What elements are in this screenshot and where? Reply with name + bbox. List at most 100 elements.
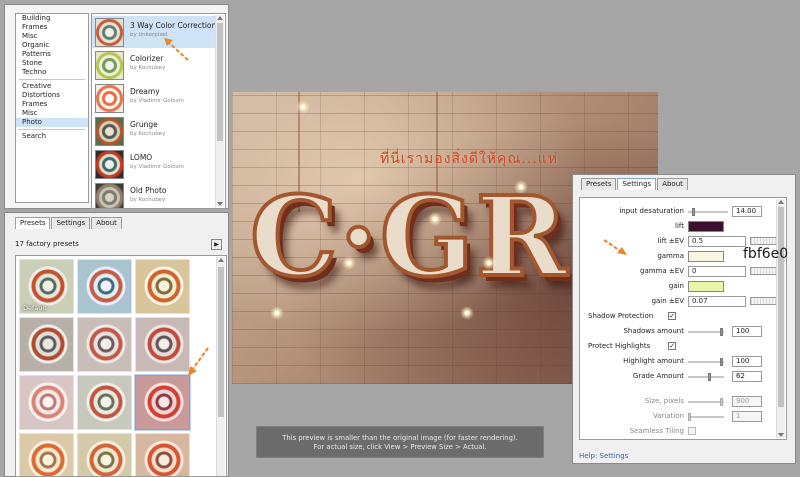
filter-item[interactable]: Old Photo by Kochubey bbox=[92, 181, 216, 208]
filter-browser-panel: Building Frames Misc Organic Patterns St… bbox=[4, 4, 229, 209]
highlight-amount-label: Highlight amount bbox=[623, 357, 684, 365]
preset-thumbnail[interactable] bbox=[77, 317, 132, 372]
size-value[interactable]: 900 bbox=[732, 396, 762, 407]
preset-thumbnail[interactable] bbox=[19, 317, 74, 372]
lift-ev-jog[interactable] bbox=[750, 237, 778, 245]
scrollbar-thumb[interactable] bbox=[778, 207, 784, 407]
lift-color-swatch[interactable] bbox=[688, 221, 724, 232]
preset-thumbnail[interactable] bbox=[135, 259, 190, 314]
preset-thumbnail[interactable] bbox=[77, 433, 132, 476]
gain-label: gain bbox=[668, 282, 684, 290]
input-desaturation-value[interactable]: 14.00 bbox=[732, 206, 762, 217]
scrollbar-thumb[interactable] bbox=[217, 23, 223, 141]
scroll-down-icon[interactable] bbox=[217, 202, 223, 206]
grade-amount-label: Grade Amount bbox=[632, 372, 684, 380]
preset-thumbnail[interactable] bbox=[77, 259, 132, 314]
seamless-tiling-checkbox[interactable] bbox=[688, 427, 696, 435]
preset-image bbox=[144, 440, 184, 476]
filter-list-scrollbar[interactable] bbox=[215, 15, 224, 207]
settings-scrollbar[interactable] bbox=[776, 199, 785, 438]
preset-thumbnail[interactable] bbox=[19, 433, 74, 476]
preset-menu-button[interactable]: ▶ bbox=[211, 239, 222, 250]
preset-grid-scrollbar[interactable] bbox=[216, 257, 225, 476]
category-list: Building Frames Misc Organic Patterns St… bbox=[15, 13, 89, 203]
filter-item[interactable]: LOMO by Vladimir Golovin bbox=[92, 148, 216, 180]
category-item-selected[interactable]: Photo bbox=[16, 118, 88, 127]
size-slider[interactable] bbox=[688, 398, 724, 406]
slider-knob[interactable] bbox=[720, 398, 723, 406]
filter-thumbnail bbox=[95, 183, 124, 208]
category-item[interactable]: Patterns bbox=[16, 50, 88, 59]
protect-highlights-checkbox[interactable]: ✓ bbox=[668, 342, 676, 350]
slider-knob[interactable] bbox=[708, 373, 711, 381]
category-item[interactable]: Creative bbox=[16, 82, 88, 91]
help-settings-link[interactable]: Help: Settings bbox=[579, 452, 628, 460]
scroll-up-icon[interactable] bbox=[217, 16, 223, 20]
tab-settings[interactable]: Settings bbox=[51, 217, 91, 229]
shadow-protection-checkbox[interactable]: ✓ bbox=[668, 312, 676, 320]
preset-thumbnail[interactable] bbox=[135, 317, 190, 372]
tab-about[interactable]: About bbox=[657, 178, 688, 190]
filter-name: Grunge bbox=[130, 120, 158, 129]
category-item[interactable]: Stone bbox=[16, 59, 88, 68]
gain-ev-input[interactable]: 0.07 bbox=[688, 296, 746, 307]
scrollbar-thumb[interactable] bbox=[218, 267, 224, 417]
highlight-amount-value[interactable]: 100 bbox=[732, 356, 762, 367]
preset-thumbnail-selected[interactable] bbox=[134, 374, 191, 431]
filter-item[interactable]: Dreamy by Vladimir Golovin bbox=[92, 82, 216, 114]
gain-ev-jog[interactable] bbox=[750, 297, 778, 305]
light-bulb-icon bbox=[514, 180, 528, 194]
variation-label: Variation bbox=[652, 412, 684, 420]
category-item[interactable]: Techno bbox=[16, 68, 88, 77]
notice-line: This preview is smaller than the origina… bbox=[282, 434, 518, 442]
gain-color-swatch[interactable] bbox=[688, 281, 724, 292]
preset-thumbnail[interactable] bbox=[77, 375, 132, 430]
shadow-protection-label: Shadow Protection bbox=[588, 312, 654, 320]
scroll-down-icon[interactable] bbox=[778, 433, 784, 437]
tab-presets[interactable]: Presets bbox=[15, 217, 51, 229]
category-item[interactable]: Building bbox=[16, 14, 88, 23]
category-item[interactable]: Misc bbox=[16, 109, 88, 118]
light-bulb-icon bbox=[270, 306, 284, 320]
category-search[interactable]: Search bbox=[16, 132, 88, 141]
input-desaturation-slider[interactable] bbox=[688, 208, 728, 216]
annotation-arrow-icon bbox=[188, 347, 209, 376]
shadows-amount-slider[interactable] bbox=[688, 328, 724, 336]
scroll-up-icon[interactable] bbox=[218, 258, 224, 262]
gamma-color-swatch[interactable] bbox=[688, 251, 724, 262]
filter-item[interactable]: Grunge by Kochubey bbox=[92, 115, 216, 147]
scroll-up-icon[interactable] bbox=[778, 200, 784, 204]
tab-settings[interactable]: Settings bbox=[617, 178, 657, 190]
gain-row: gain bbox=[580, 281, 780, 293]
grade-amount-value[interactable]: 62 bbox=[732, 371, 762, 382]
gamma-ev-label: gamma ±EV bbox=[640, 267, 684, 275]
slider-knob[interactable] bbox=[692, 208, 695, 216]
slider-knob[interactable] bbox=[720, 328, 723, 336]
slider-knob[interactable] bbox=[720, 358, 723, 366]
tab-about[interactable]: About bbox=[91, 217, 122, 229]
preset-thumbnail[interactable] bbox=[19, 375, 74, 430]
category-item[interactable]: Misc bbox=[16, 32, 88, 41]
preset-thumbnail[interactable]: Default bbox=[19, 259, 74, 314]
filter-author: by Kochubey bbox=[130, 131, 166, 137]
grade-amount-slider[interactable] bbox=[688, 373, 724, 381]
settings-panel: Presets Settings About input desaturatio… bbox=[572, 174, 796, 464]
category-item[interactable]: Frames bbox=[16, 23, 88, 32]
category-item[interactable]: Frames bbox=[16, 100, 88, 109]
variation-value[interactable]: 1 bbox=[732, 411, 762, 422]
preset-image bbox=[28, 266, 68, 306]
category-item[interactable]: Distortions bbox=[16, 91, 88, 100]
gamma-ev-input[interactable]: 0 bbox=[688, 266, 746, 277]
category-item[interactable]: Organic bbox=[16, 41, 88, 50]
highlight-amount-slider[interactable] bbox=[688, 358, 724, 366]
preset-thumbnail[interactable] bbox=[135, 433, 190, 476]
filter-name: Dreamy bbox=[130, 87, 160, 96]
tab-presets[interactable]: Presets bbox=[581, 178, 617, 190]
gamma-ev-jog[interactable] bbox=[750, 267, 778, 275]
shadows-amount-value[interactable]: 100 bbox=[732, 326, 762, 337]
slider-knob[interactable] bbox=[688, 413, 691, 421]
variation-slider[interactable] bbox=[688, 413, 724, 421]
filter-item[interactable]: 3 Way Color Correction by tinkerpixel bbox=[92, 16, 216, 48]
filter-item[interactable]: Colorizer by Kochubey bbox=[92, 49, 216, 81]
lift-ev-input[interactable]: 0.5 bbox=[688, 236, 746, 247]
